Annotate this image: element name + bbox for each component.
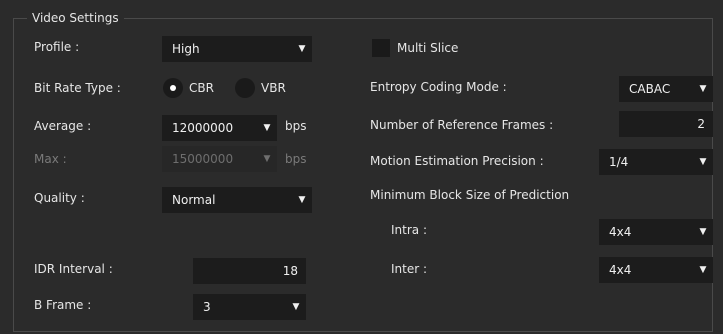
quality-select[interactable]: Normal ▼ bbox=[162, 187, 312, 213]
profile-value: High bbox=[172, 42, 200, 56]
motion-value: 1/4 bbox=[609, 155, 629, 169]
idr-interval-input[interactable]: 18 bbox=[193, 258, 306, 284]
average-label: Average : bbox=[34, 119, 92, 133]
chevron-down-icon: ▼ bbox=[699, 157, 707, 167]
cbr-radio[interactable] bbox=[163, 78, 183, 98]
idr-interval-label: IDR Interval : bbox=[34, 262, 113, 276]
max-label: Max : bbox=[34, 152, 67, 166]
cbr-label[interactable]: CBR bbox=[189, 80, 214, 96]
video-settings-group bbox=[13, 18, 713, 332]
max-value: 15000000 bbox=[172, 152, 234, 166]
bit-rate-type-label: Bit Rate Type : bbox=[34, 81, 121, 95]
entropy-label: Entropy Coding Mode : bbox=[370, 80, 507, 94]
multi-slice-checkbox[interactable] bbox=[372, 39, 390, 57]
ref-frames-input[interactable]: 2 bbox=[619, 111, 713, 137]
intra-select[interactable]: 4x4 ▼ bbox=[599, 219, 713, 245]
average-unit: bps bbox=[285, 119, 307, 133]
entropy-select[interactable]: CABAC ▼ bbox=[619, 76, 713, 102]
vbr-radio[interactable] bbox=[235, 78, 255, 98]
group-title: Video Settings bbox=[27, 9, 124, 27]
chevron-down-icon: ▼ bbox=[263, 154, 271, 164]
chevron-down-icon: ▼ bbox=[263, 123, 271, 133]
profile-select[interactable]: High ▼ bbox=[162, 36, 312, 62]
chevron-down-icon: ▼ bbox=[699, 227, 707, 237]
motion-label: Motion Estimation Precision : bbox=[370, 154, 544, 168]
inter-label: Inter : bbox=[391, 262, 428, 276]
average-select[interactable]: 12000000 ▼ bbox=[162, 115, 277, 141]
intra-label: Intra : bbox=[391, 223, 427, 237]
radio-selected-dot bbox=[170, 85, 176, 91]
motion-select[interactable]: 1/4 ▼ bbox=[599, 149, 713, 175]
b-frame-label: B Frame : bbox=[34, 298, 92, 312]
max-unit: bps bbox=[285, 152, 307, 166]
b-frame-value: 3 bbox=[203, 300, 211, 314]
max-select[interactable]: 15000000 ▼ bbox=[162, 146, 277, 172]
chevron-down-icon: ▼ bbox=[298, 195, 306, 205]
ref-frames-label: Number of Reference Frames : bbox=[370, 118, 554, 132]
inter-select[interactable]: 4x4 ▼ bbox=[599, 257, 713, 283]
chevron-down-icon: ▼ bbox=[292, 302, 300, 312]
min-block-label: Minimum Block Size of Prediction bbox=[370, 188, 570, 202]
inter-value: 4x4 bbox=[609, 263, 632, 277]
quality-value: Normal bbox=[172, 193, 216, 207]
b-frame-select[interactable]: 3 ▼ bbox=[193, 294, 306, 320]
vbr-label[interactable]: VBR bbox=[261, 80, 286, 96]
multi-slice-label[interactable]: Multi Slice bbox=[397, 40, 458, 56]
entropy-value: CABAC bbox=[629, 82, 671, 96]
chevron-down-icon: ▼ bbox=[699, 84, 707, 94]
average-value: 12000000 bbox=[172, 121, 234, 135]
chevron-down-icon: ▼ bbox=[298, 44, 306, 54]
chevron-down-icon: ▼ bbox=[699, 265, 707, 275]
intra-value: 4x4 bbox=[609, 225, 632, 239]
profile-label: Profile : bbox=[34, 40, 80, 54]
quality-label: Quality : bbox=[34, 191, 85, 205]
